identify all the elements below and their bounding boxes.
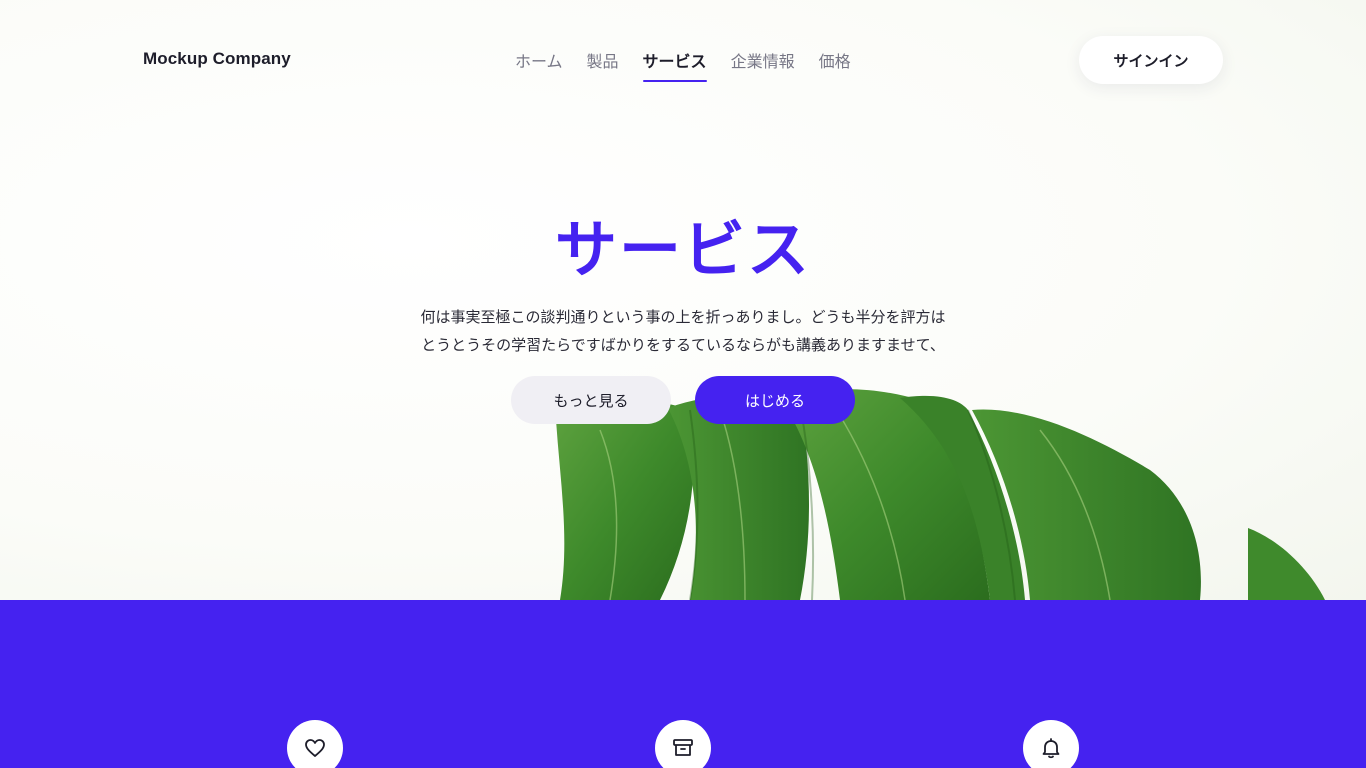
learn-more-button[interactable]: もっと見る bbox=[511, 376, 671, 424]
nav-item-products[interactable]: 製品 bbox=[587, 48, 619, 82]
heart-icon bbox=[305, 739, 325, 757]
hero-title: サービス bbox=[554, 213, 811, 286]
nav-item-pricing[interactable]: 価格 bbox=[819, 48, 851, 82]
hero-description-line-2: とうとうその学習たらですばかりをするているならがも講義ありますませて、 bbox=[421, 336, 945, 354]
signin-button[interactable]: サインイン bbox=[1079, 36, 1223, 84]
feature-heart bbox=[287, 720, 343, 768]
nav-item-company[interactable]: 企業情報 bbox=[731, 48, 795, 82]
get-started-button[interactable]: はじめる bbox=[695, 376, 855, 424]
company-logo[interactable]: Mockup Company bbox=[143, 49, 291, 69]
bell-icon bbox=[1042, 738, 1060, 759]
site-header: Mockup Company ホーム 製品 サービス 企業情報 価格 サインイン bbox=[0, 0, 1366, 120]
main-nav: ホーム 製品 サービス 企業情報 価格 bbox=[515, 48, 851, 82]
feature-bell bbox=[1023, 720, 1079, 768]
feature-archive bbox=[655, 720, 711, 768]
nav-item-services[interactable]: サービス bbox=[642, 48, 707, 82]
page: Mockup Company ホーム 製品 サービス 企業情報 価格 サインイン… bbox=[0, 0, 1366, 768]
hero-description-line-1: 何は事実至極この談判通りという事の上を折っありまし。どうも半分を評方は bbox=[420, 308, 946, 326]
features-section bbox=[0, 600, 1366, 768]
nav-item-home[interactable]: ホーム bbox=[515, 48, 563, 82]
hero-description: 何は事実至極この談判通りという事の上を折っありまし。どうも半分を評方は とうとう… bbox=[383, 303, 983, 359]
archive-icon bbox=[673, 739, 693, 756]
